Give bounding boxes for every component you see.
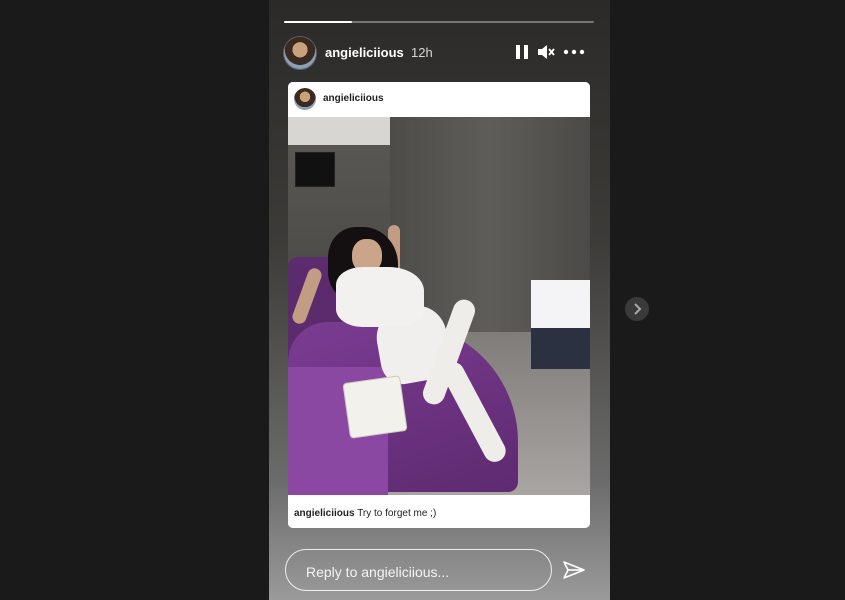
- pause-icon[interactable]: [512, 42, 532, 62]
- shared-post-card[interactable]: angieliciious angieliciious Try to forge…: [288, 82, 590, 528]
- post-header: angieliciious: [288, 82, 590, 116]
- avatar[interactable]: [284, 37, 316, 69]
- progress-bar: [284, 21, 594, 23]
- story-header: angieliciious 12h: [284, 36, 596, 70]
- post-caption: angieliciious Try to forget me ;): [294, 508, 436, 519]
- progress-fill: [284, 21, 353, 23]
- story-viewer: angieliciious 12h angieliciious angielic…: [0, 0, 845, 600]
- photo-person-top: [336, 267, 424, 327]
- post-avatar: [294, 88, 316, 110]
- username[interactable]: angieliciious: [325, 45, 404, 60]
- more-icon[interactable]: [563, 42, 585, 62]
- story-panel[interactable]: angieliciious 12h angieliciious angielic…: [269, 0, 610, 600]
- mute-icon[interactable]: [536, 42, 556, 62]
- caption-username: angieliciious: [294, 508, 355, 519]
- post-caption-bar: angieliciious Try to forget me ;): [288, 495, 590, 528]
- photo-bed: [531, 280, 590, 328]
- caption-text: Try to forget me ;): [357, 508, 437, 519]
- photo-ceiling: [288, 117, 390, 145]
- photo-tv: [295, 152, 335, 187]
- next-story-button[interactable]: [625, 297, 649, 321]
- photo-handbag: [342, 375, 408, 439]
- timestamp: 12h: [411, 45, 433, 60]
- send-icon[interactable]: [562, 558, 586, 582]
- post-photo: [288, 117, 590, 495]
- reply-box[interactable]: [285, 549, 552, 591]
- post-username: angieliciious: [323, 93, 384, 104]
- reply-input[interactable]: [304, 561, 538, 583]
- chevron-right-icon: [634, 303, 642, 315]
